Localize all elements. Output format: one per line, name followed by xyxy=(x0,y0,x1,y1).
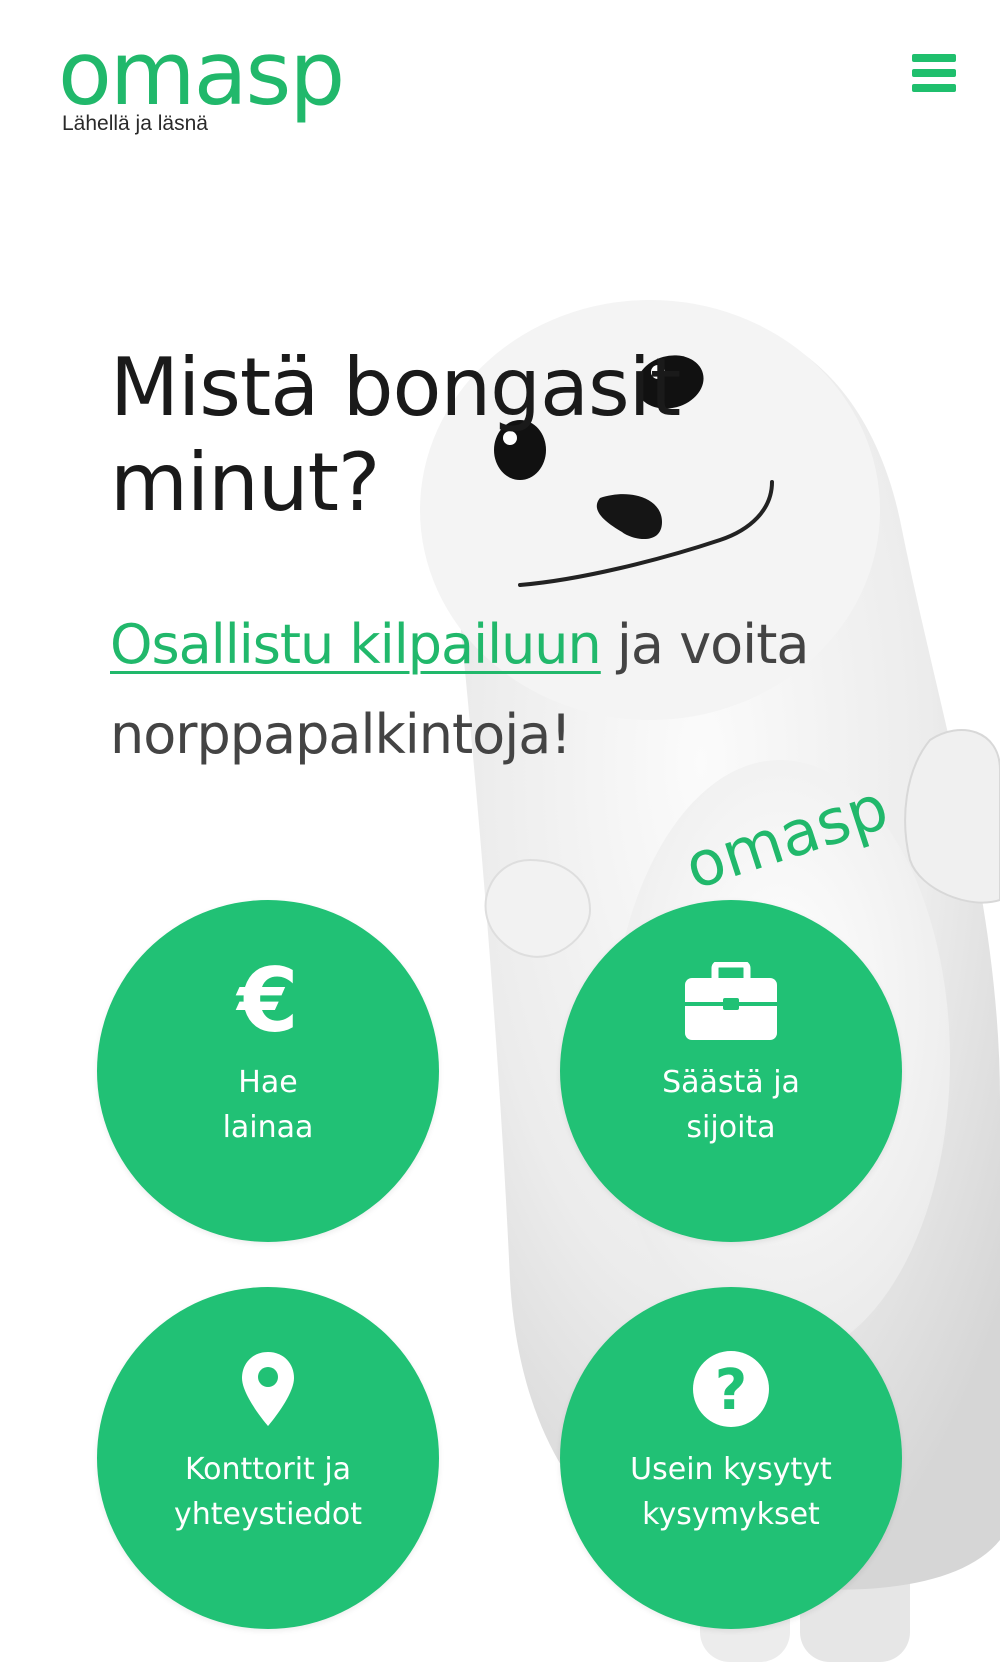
map-pin-icon xyxy=(97,1345,439,1433)
hero-title-line2: minut? xyxy=(110,436,380,529)
hamburger-menu-icon[interactable] xyxy=(912,54,956,94)
apply-loan-button[interactable]: € Hae lainaa xyxy=(97,900,439,1242)
euro-icon: € xyxy=(97,958,439,1046)
hero-title-line1: Mistä bongasit xyxy=(110,341,681,434)
svg-text:?: ? xyxy=(715,1358,747,1423)
logo-wordmark: omasp xyxy=(58,22,345,125)
omasp-logo[interactable]: omasp Lähellä ja läsnä xyxy=(58,20,345,136)
apply-loan-label: Hae lainaa xyxy=(222,1065,314,1145)
svg-text:€: € xyxy=(235,961,298,1043)
faq-label: Usein kysytyt kysymykset xyxy=(630,1452,832,1532)
logo-tagline: Lähellä ja läsnä xyxy=(62,112,208,135)
hero-subtitle: Osallistu kilpailuun ja voita norppapalk… xyxy=(110,600,870,780)
question-circle-icon: ? xyxy=(560,1345,902,1433)
save-invest-label: Säästä ja sijoita xyxy=(662,1065,800,1145)
page: omasp Lähellä ja läsnä omasp Mistä bonga… xyxy=(0,0,1000,1662)
contest-link[interactable]: Osallistu kilpailuun xyxy=(110,613,602,676)
offices-contacts-button[interactable]: Konttorit ja yhteystiedot xyxy=(97,1287,439,1629)
offices-contacts-label: Konttorit ja yhteystiedot xyxy=(173,1452,363,1532)
hero-title: Mistä bongasit minut? xyxy=(110,340,730,530)
save-invest-button[interactable]: Säästä ja sijoita xyxy=(560,900,902,1242)
briefcase-icon xyxy=(560,958,902,1046)
faq-button[interactable]: ? Usein kysytyt kysymykset xyxy=(560,1287,902,1629)
